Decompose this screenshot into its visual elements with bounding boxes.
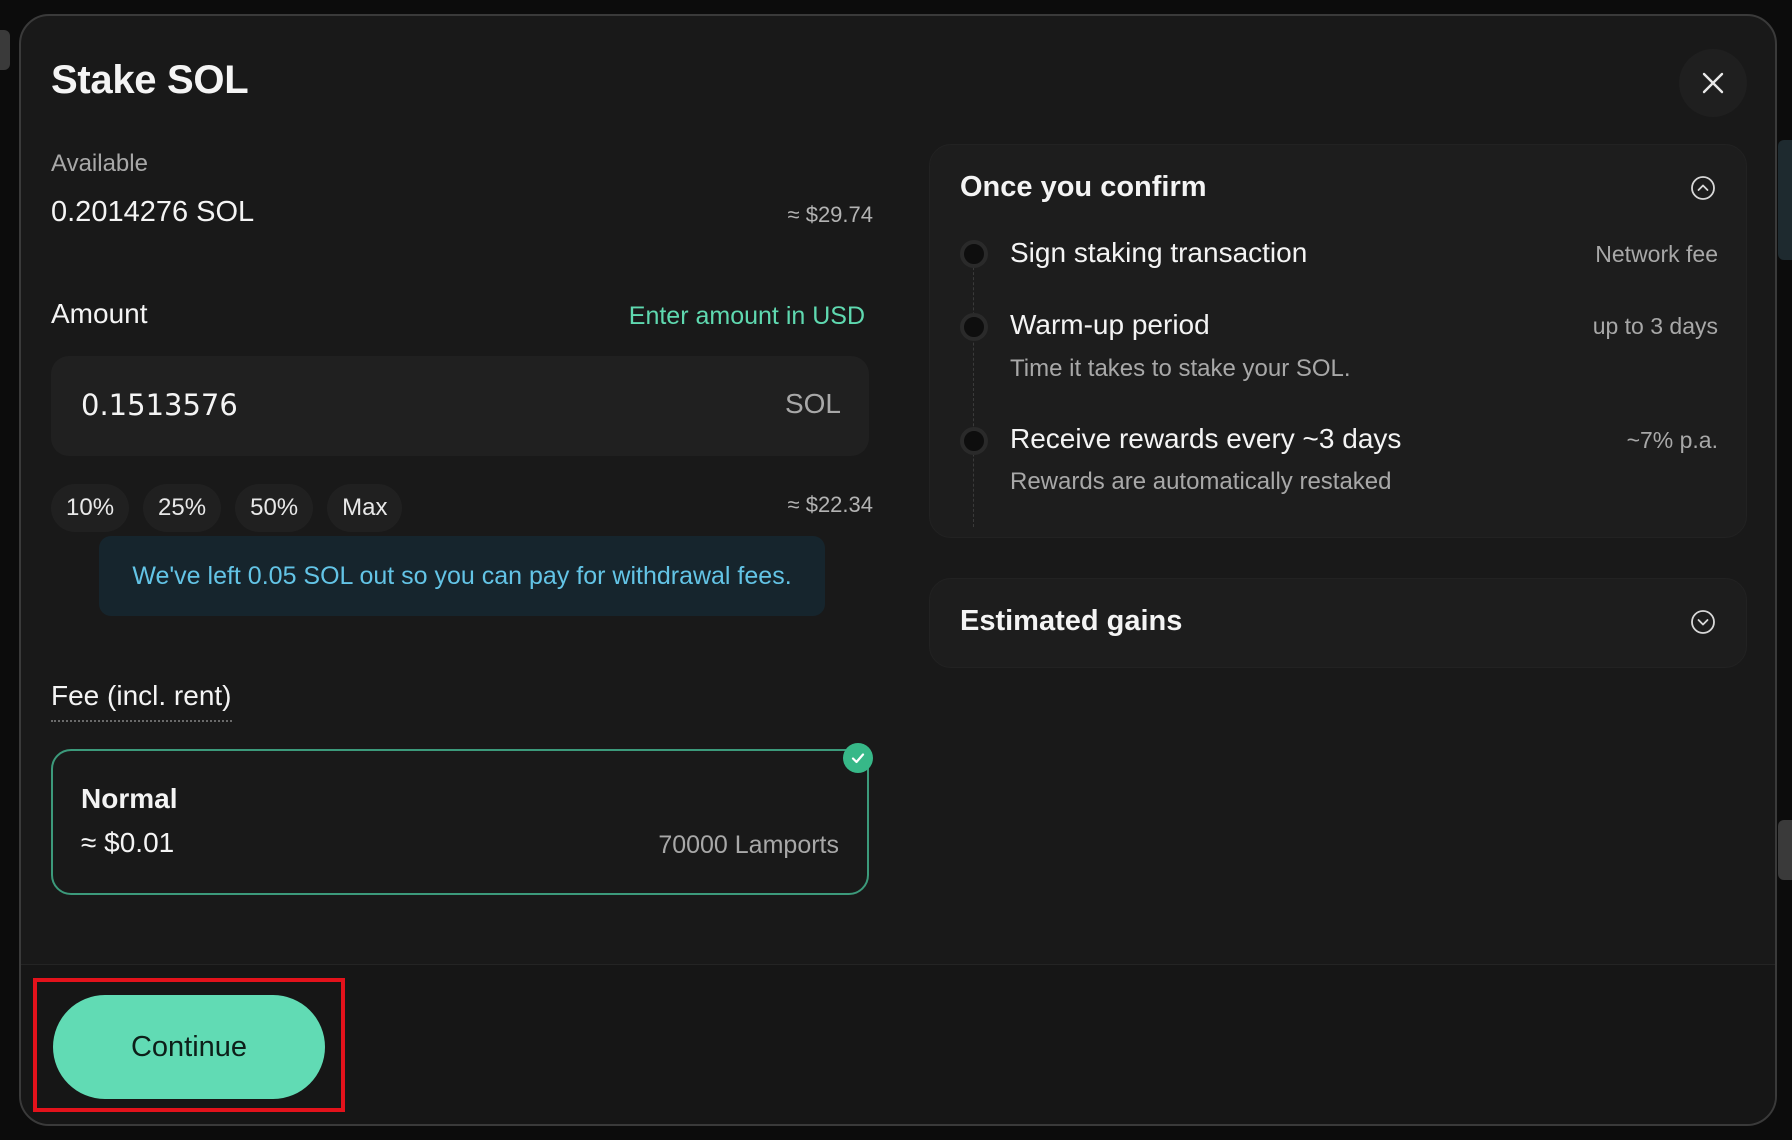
amount-input-field[interactable]: 0.1513576 SOL — [51, 356, 869, 456]
timeline-line — [973, 257, 974, 527]
close-icon — [1702, 72, 1724, 94]
amount-unit: SOL — [784, 388, 841, 419]
amount-input[interactable]: 0.1513576 — [81, 388, 238, 422]
step-detail: up to 3 days — [1592, 313, 1718, 339]
fee-option-lamports: 70000 Lamports — [658, 831, 839, 859]
step-detail: Network fee — [1595, 241, 1718, 267]
available-label: Available — [51, 150, 148, 177]
chevron-up-icon[interactable] — [1690, 175, 1716, 201]
percent-50-button[interactable]: 50% — [235, 484, 314, 532]
backdrop-edge — [1778, 140, 1792, 260]
modal-title: Stake SOL — [51, 58, 249, 102]
estimated-gains-panel[interactable]: Estimated gains — [929, 578, 1747, 668]
check-icon — [851, 753, 865, 764]
percent-10-button[interactable]: 10% — [51, 484, 130, 532]
step-dot — [960, 240, 988, 268]
continue-button[interactable]: Continue — [53, 995, 325, 1099]
stake-modal: Stake SOL Available 0.2014276 SOL ≈ $29.… — [19, 14, 1777, 1126]
step-subtitle: Rewards are automatically restaked — [1010, 468, 1392, 495]
panel-title: Estimated gains — [960, 605, 1183, 637]
fee-label[interactable]: Fee (incl. rent) — [51, 680, 232, 722]
amount-usd-value: ≈ $22.34 — [787, 492, 873, 517]
fee-option-normal[interactable]: Normal ≈ $0.01 70000 Lamports — [51, 743, 873, 895]
step-detail: ~7% p.a. — [1626, 427, 1718, 453]
max-button[interactable]: Max — [327, 484, 403, 532]
close-button[interactable] — [1679, 49, 1747, 117]
once-you-confirm-panel: Once you confirm Sign staking transactio… — [929, 144, 1747, 538]
step-title: Receive rewards every ~3 days — [1010, 423, 1402, 454]
fee-option-name: Normal — [81, 783, 178, 814]
percent-25-button[interactable]: 25% — [143, 484, 222, 532]
step-dot — [960, 313, 988, 341]
backdrop-edge — [0, 30, 10, 70]
percent-buttons: 10% 25% 50% Max — [51, 484, 403, 532]
step-title: Sign staking transaction — [1010, 237, 1308, 268]
step-subtitle: Time it takes to stake your SOL. — [1010, 355, 1351, 382]
enter-amount-usd-link[interactable]: Enter amount in USD — [629, 302, 865, 331]
step-dot — [960, 427, 988, 455]
step-title: Warm-up period — [1010, 309, 1210, 340]
fee-option-usd: ≈ $0.01 — [81, 827, 175, 858]
chevron-down-icon[interactable] — [1690, 609, 1716, 635]
panel-title: Once you confirm — [960, 171, 1207, 203]
available-balance: 0.2014276 SOL — [51, 196, 255, 228]
backdrop-edge — [1778, 820, 1792, 880]
selected-check-badge — [843, 743, 873, 773]
withdrawal-fee-notice: We've left 0.05 SOL out so you can pay f… — [99, 536, 825, 616]
amount-label: Amount — [51, 298, 148, 329]
available-usd-value: ≈ $29.74 — [787, 202, 873, 227]
